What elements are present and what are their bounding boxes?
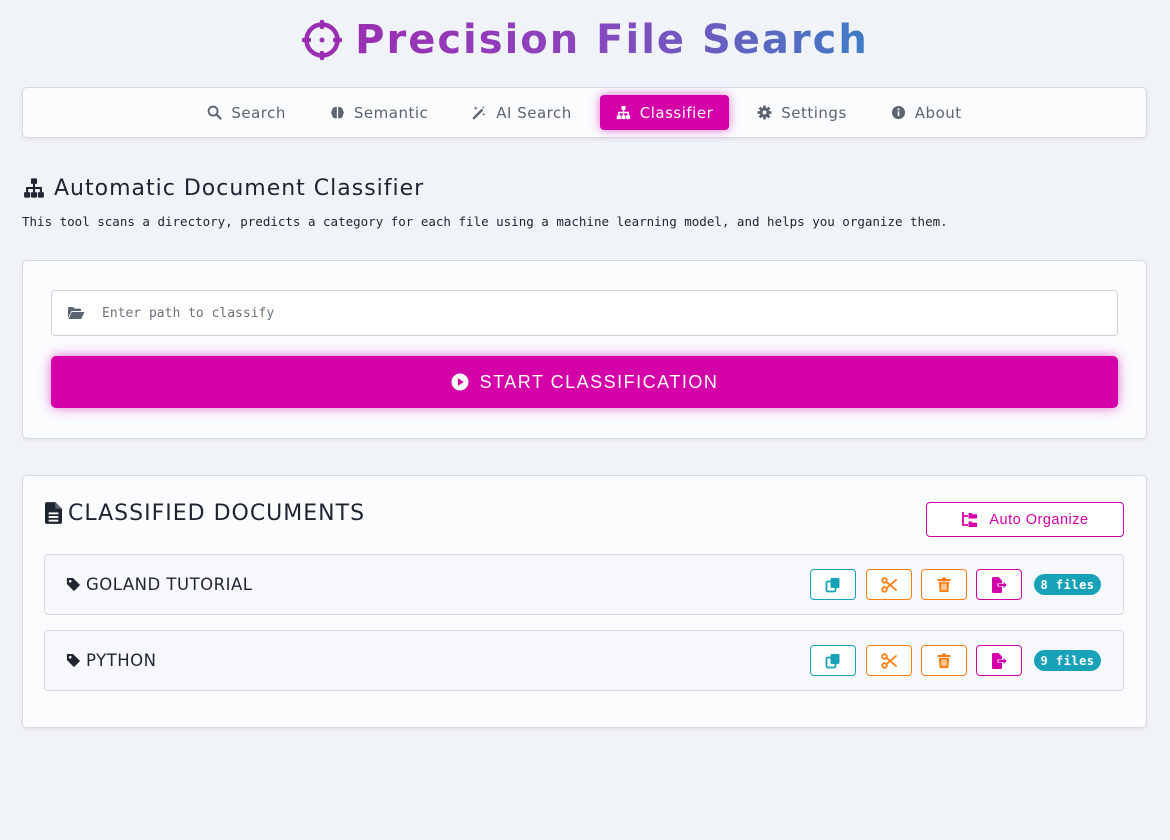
tab-semantic[interactable]: Semantic [314, 95, 444, 130]
page-title: Automatic Document Classifier [54, 175, 425, 201]
delete-button[interactable] [921, 645, 967, 676]
move-button[interactable] [976, 645, 1022, 676]
tab-ai-search[interactable]: AI Search [456, 95, 588, 130]
classification-form: START CLASSIFICATION [22, 260, 1147, 439]
tag-icon [66, 653, 81, 668]
move-button[interactable] [976, 569, 1022, 600]
brain-icon [331, 106, 344, 119]
main-nav: Search Semantic AI Search Classifier Set… [22, 87, 1147, 138]
category-name: GOLAND TUTORIAL [66, 555, 252, 614]
tab-about[interactable]: About [875, 95, 978, 130]
classified-documents-panel: CLASSIFIED DOCUMENTS Auto Organize GOLAN… [22, 475, 1147, 728]
copy-icon [825, 577, 840, 592]
file-count-badge: 8 files [1034, 574, 1101, 595]
tab-settings[interactable]: Settings [741, 95, 863, 130]
crosshair-icon [302, 20, 343, 60]
category-row: PYTHON 9 files [44, 630, 1124, 691]
play-circle-icon [451, 373, 469, 391]
file-export-icon [992, 576, 1007, 593]
folder-open-icon [68, 307, 85, 319]
auto-organize-label: Auto Organize [989, 511, 1089, 528]
auto-organize-button[interactable]: Auto Organize [926, 502, 1124, 537]
path-field[interactable] [51, 290, 1118, 336]
search-icon [208, 105, 222, 120]
tab-search[interactable]: Search [191, 95, 302, 130]
start-classification-button[interactable]: START CLASSIFICATION [51, 356, 1118, 408]
scissors-icon [881, 576, 897, 593]
file-count-badge: 9 files [1034, 650, 1101, 671]
tab-ai-search-label: AI Search [496, 103, 572, 122]
category-row: GOLAND TUTORIAL 8 files [44, 554, 1124, 615]
delete-button[interactable] [921, 569, 967, 600]
magic-wand-icon [472, 105, 486, 120]
results-title: CLASSIFIED DOCUMENTS [68, 500, 366, 526]
tab-classifier-label: Classifier [639, 103, 714, 122]
classifier-heading: Automatic Document Classifier [22, 173, 424, 203]
app-header: Precision File Search [0, 14, 1170, 66]
copy-button[interactable] [810, 569, 856, 600]
tab-classifier[interactable]: Classifier [599, 95, 730, 130]
scissors-icon [881, 652, 897, 669]
file-export-icon [992, 652, 1007, 669]
tab-search-label: Search [231, 103, 286, 122]
classifier-description: This tool scans a directory, predicts a … [22, 214, 948, 229]
cut-button[interactable] [866, 569, 912, 600]
category-name: PYTHON [66, 631, 156, 690]
trash-icon [937, 577, 951, 592]
tab-semantic-label: Semantic [353, 103, 429, 122]
info-icon [891, 105, 905, 120]
tag-icon [66, 577, 81, 592]
file-text-icon [45, 502, 62, 524]
cut-button[interactable] [866, 645, 912, 676]
copy-icon [825, 653, 840, 668]
start-classification-label: START CLASSIFICATION [479, 371, 719, 392]
sitemap-icon [24, 178, 44, 198]
trash-icon [937, 653, 951, 668]
app-title: Precision File Search [355, 17, 869, 63]
path-input[interactable] [102, 305, 1117, 321]
category-name-label: GOLAND TUTORIAL [86, 575, 253, 594]
tab-about-label: About [914, 103, 962, 122]
sitemap-icon [616, 105, 631, 120]
folder-tree-icon [962, 512, 978, 527]
results-heading: CLASSIFIED DOCUMENTS [45, 500, 365, 526]
gear-icon [757, 105, 772, 120]
copy-button[interactable] [810, 645, 856, 676]
tab-settings-label: Settings [781, 103, 847, 122]
category-name-label: PYTHON [86, 651, 157, 670]
